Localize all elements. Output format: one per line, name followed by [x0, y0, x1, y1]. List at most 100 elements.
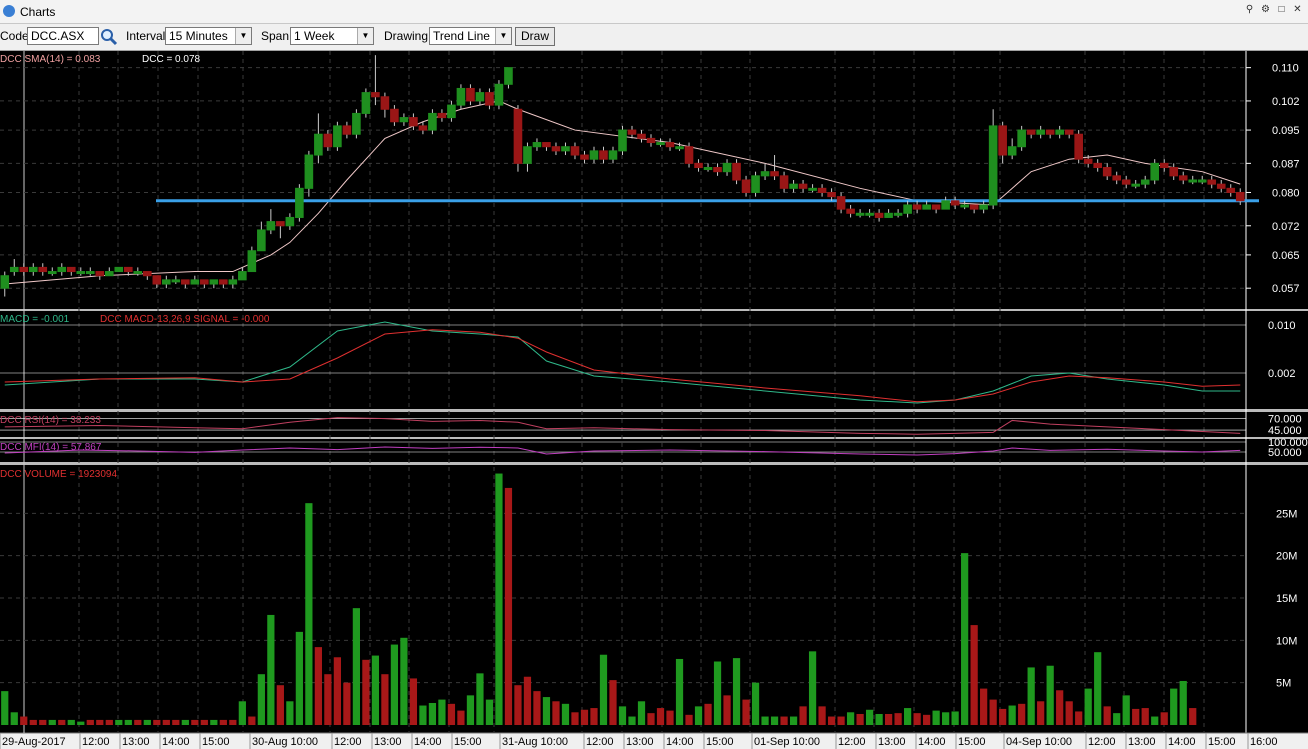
candle: [475, 92, 485, 102]
candle: [257, 229, 266, 252]
volume-bar: [799, 706, 807, 725]
candle: [456, 87, 466, 106]
candle: [219, 279, 228, 285]
candle: [893, 212, 903, 216]
volume-bar: [1160, 712, 1168, 725]
candle: [266, 221, 276, 231]
candle: [0, 275, 10, 289]
close-icon[interactable]: ✕: [1291, 3, 1304, 16]
volume-bar: [1075, 711, 1083, 725]
volume-bar: [248, 716, 256, 725]
x-axis-label: 13:00: [878, 736, 906, 748]
candle: [580, 154, 589, 160]
macd-legend: MACD = -0.001: [0, 314, 70, 325]
volume-bar: [238, 701, 246, 725]
volume-bar: [609, 680, 617, 725]
volume-bar: [818, 706, 826, 725]
candle: [200, 279, 209, 285]
price-legend: DCC = 0.078: [142, 54, 201, 65]
candle: [846, 208, 855, 214]
volume-bar: [647, 713, 655, 725]
volume-bar: [571, 712, 579, 725]
candle: [732, 162, 741, 181]
candle: [931, 204, 941, 210]
volume-bar: [580, 709, 589, 725]
volume-bar: [685, 714, 693, 725]
candle: [627, 129, 637, 135]
volume-bar: [1008, 705, 1016, 725]
volume-bar: [961, 553, 969, 725]
price-axis-label: 0.102: [1272, 96, 1300, 108]
volume-bar: [951, 711, 959, 725]
candle: [333, 125, 342, 148]
candle: [1140, 179, 1150, 185]
rsi-legend: DCC RSI(14) = 38.233: [0, 415, 101, 426]
candle: [466, 87, 475, 102]
maximize-icon[interactable]: □: [1275, 3, 1288, 16]
search-button[interactable]: [99, 27, 119, 46]
code-label: Code: [0, 29, 29, 43]
x-axis-label: 14:00: [414, 736, 442, 748]
volume-bar: [1046, 665, 1054, 725]
candle: [779, 175, 789, 189]
volume-bar: [286, 701, 294, 725]
volume-bar: [1113, 713, 1121, 725]
volume-bar: [1151, 716, 1159, 725]
volume-bar: [1084, 688, 1092, 725]
volume-bar: [1141, 708, 1149, 725]
volume-bar: [1103, 706, 1111, 725]
volume-bar: [181, 719, 189, 725]
volume-bar: [704, 703, 712, 725]
candle: [390, 108, 399, 123]
candle: [751, 175, 760, 193]
drawing-select[interactable]: Trend Line ▼: [429, 27, 512, 45]
candle: [694, 162, 703, 169]
code-input[interactable]: DCC.ASX: [27, 27, 99, 45]
candle: [1197, 179, 1207, 183]
x-axis-label: 15:00: [454, 736, 482, 748]
rsi-axis-label: 70.000: [1268, 414, 1302, 426]
candle: [276, 221, 285, 227]
volume-bar: [362, 659, 370, 725]
volume-bar: [257, 674, 265, 725]
volume-bar: [86, 719, 94, 725]
volume-bar: [143, 719, 151, 725]
volume-bar: [552, 701, 560, 725]
pin-icon[interactable]: ⚲: [1243, 3, 1256, 16]
volume-bar: [124, 719, 132, 725]
macd-axis-label: 0.010: [1268, 320, 1296, 332]
chevron-down-icon: ▼: [235, 28, 251, 44]
x-axis-label: 01-Sep 10:00: [754, 736, 820, 748]
settings-icon[interactable]: ⚙: [1259, 3, 1272, 16]
volume-bar: [495, 473, 503, 725]
volume-bar: [134, 719, 142, 725]
candle: [285, 216, 295, 227]
candle: [618, 129, 627, 152]
candle: [1207, 179, 1217, 185]
search-icon: [101, 29, 118, 46]
volume-bar: [780, 716, 788, 725]
candle: [551, 146, 561, 152]
candle: [1102, 167, 1112, 177]
volume-bar: [827, 716, 836, 725]
x-axis-label: 15:00: [958, 736, 986, 748]
x-axis-label: 16:00: [1250, 736, 1278, 748]
volume-bar: [267, 614, 275, 725]
interval-select[interactable]: 15 Minutes ▼: [165, 27, 252, 45]
candle: [228, 279, 238, 285]
volume-bar: [504, 487, 513, 725]
price-axis-label: 0.080: [1272, 187, 1300, 199]
draw-button[interactable]: Draw: [515, 27, 556, 46]
x-axis-label: 30-Aug 10:00: [252, 736, 318, 748]
volume-bar: [675, 658, 684, 725]
macd-signal-legend: DCC MACD-13,26,9 SIGNAL = -0.000: [100, 314, 270, 325]
volume-bar: [999, 708, 1007, 725]
stock-chart[interactable]: 29-Aug-2017 12:00 13:00 14:00 15:00 30-Aug 10…: [0, 51, 1308, 749]
candle: [998, 125, 1007, 156]
volume-bar: [476, 673, 484, 725]
candle: [181, 279, 190, 285]
candle: [1112, 175, 1122, 181]
span-select[interactable]: 1 Week ▼: [290, 27, 374, 45]
x-axis-label: 31-Aug 10:00: [502, 736, 568, 748]
candle: [437, 112, 447, 119]
